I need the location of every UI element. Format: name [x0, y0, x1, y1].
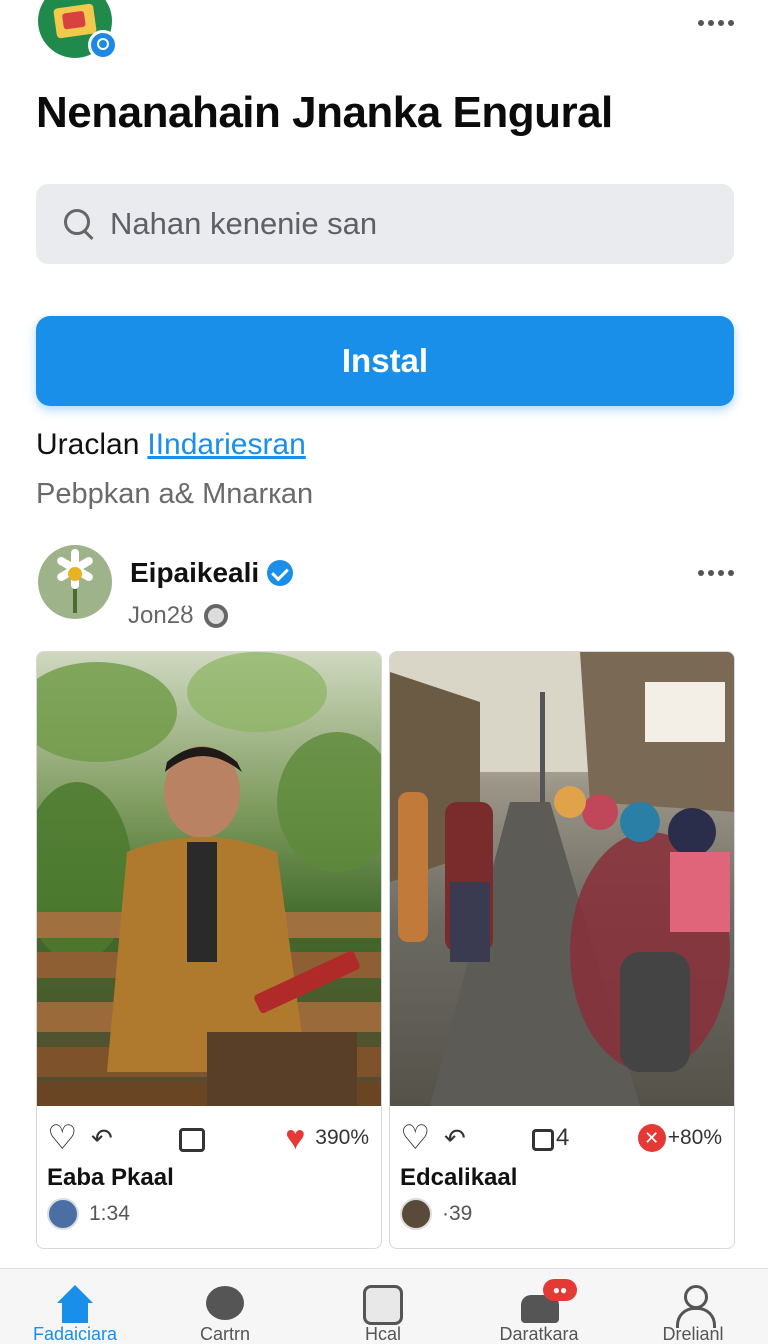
more-options-icon[interactable]	[698, 20, 734, 26]
book-icon	[53, 3, 97, 39]
man-on-bench-photo	[37, 652, 381, 1106]
card-meta: 1:34	[47, 1198, 130, 1230]
home-icon	[55, 1285, 95, 1323]
post-date: Jon2ȣ	[128, 602, 228, 630]
author-avatar[interactable]	[38, 545, 112, 619]
reaction-count-text: +80%	[667, 1126, 722, 1149]
search-bar[interactable]	[36, 184, 734, 264]
street-queue-photo	[390, 652, 734, 1106]
like-icon[interactable]	[47, 1122, 79, 1154]
user-avatar[interactable]	[400, 1198, 432, 1230]
notification-badge: ●●	[543, 1279, 577, 1301]
developer-link[interactable]: IIndariesran	[147, 428, 305, 461]
user-avatar[interactable]	[47, 1198, 79, 1230]
globe-icon	[203, 604, 228, 628]
comment-icon[interactable]	[179, 1128, 205, 1152]
nav-label: Fadaiciara	[32, 1324, 118, 1344]
nav-item-chat[interactable]: Cartrn	[170, 1285, 280, 1344]
post-date-text: Jon2ȣ	[128, 602, 194, 629]
reaction-count: ✕ +80%	[637, 1124, 722, 1152]
search-input[interactable]	[110, 206, 670, 242]
card-actions: 4 ✕ +80%	[400, 1118, 722, 1158]
share-icon[interactable]	[444, 1122, 476, 1154]
cross-icon: ✕	[637, 1124, 666, 1152]
location-badge-icon	[88, 30, 118, 60]
heart-icon	[285, 1125, 313, 1151]
square-icon	[363, 1285, 403, 1325]
post-photo[interactable]	[390, 652, 734, 1106]
post-card[interactable]: 4 ✕ +80% Edcalikaal ·39	[389, 651, 735, 1249]
card-time: ·39	[442, 1202, 473, 1225]
app-subtitle: Pebpkan a& Mnarкan	[36, 478, 314, 510]
page-title: Nenanahain Jnanka Engural	[36, 88, 613, 137]
search-icon	[62, 207, 96, 241]
chat-icon	[205, 1285, 245, 1320]
nav-item-home[interactable]: Fadaiciara	[20, 1285, 130, 1344]
nav-label: Hcal	[364, 1324, 401, 1344]
post-options-icon[interactable]	[698, 570, 734, 576]
card-meta: ·39	[400, 1198, 472, 1230]
comment-group[interactable]: 4	[532, 1124, 569, 1152]
install-button[interactable]: Instal	[36, 316, 734, 406]
like-icon[interactable]	[400, 1122, 432, 1154]
card-actions: 390%	[47, 1118, 369, 1158]
verified-icon	[267, 560, 294, 586]
comment-icon	[532, 1129, 554, 1151]
reaction-count-text: 390%	[315, 1126, 369, 1149]
comment-count: 4	[556, 1124, 570, 1151]
developer-line: Uraclan IIndariesran	[36, 428, 306, 462]
profile-icon	[673, 1285, 716, 1328]
post-card[interactable]: 390% Eaba Pkaal 1:34	[36, 651, 382, 1249]
share-icon[interactable]	[91, 1122, 123, 1154]
post-photo[interactable]	[37, 652, 381, 1106]
app-logo	[38, 0, 118, 60]
nav-label: Cartrn	[199, 1324, 250, 1344]
post-author[interactable]: Eipaikeali	[130, 557, 294, 589]
card-title: Eaba Pkaal	[47, 1164, 174, 1191]
nav-item-profile[interactable]: Drelianl	[638, 1285, 748, 1344]
notification-icon: ●●	[519, 1279, 577, 1323]
developer-prefix: Uraclan	[36, 428, 140, 461]
card-title: Edcalikaal	[400, 1164, 518, 1191]
nav-item-square[interactable]: Hcal	[328, 1285, 438, 1344]
card-time: 1:34	[89, 1202, 130, 1225]
nav-item-notifications[interactable]: ●● Daratkara	[484, 1279, 594, 1344]
reaction-count: 390%	[285, 1125, 369, 1151]
bottom-navigation: Fadaiciara Cartrn Hcal ●● Daratkara Drel…	[0, 1268, 768, 1344]
nav-label: Daratkara	[499, 1324, 579, 1344]
author-name: Eipaikeali	[130, 557, 260, 588]
